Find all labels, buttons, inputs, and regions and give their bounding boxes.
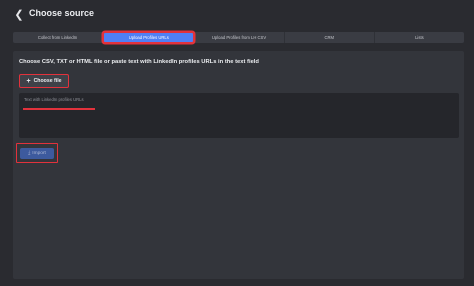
page-title: Choose source xyxy=(29,8,95,18)
chevron-left-icon[interactable]: ❮ xyxy=(14,9,24,21)
source-tabs: Collect from LinkedIn Upload Profiles UR… xyxy=(13,32,464,43)
urls-textarea[interactable] xyxy=(19,93,459,138)
upload-panel xyxy=(13,51,464,279)
urls-textarea-container xyxy=(19,93,459,138)
tab-lists[interactable]: Lists xyxy=(375,32,464,43)
highlight-underline xyxy=(23,108,95,110)
tab-crm[interactable]: CRM xyxy=(285,32,375,43)
tab-upload-profiles-urls[interactable]: Upload Profiles URLs xyxy=(103,32,195,43)
import-button-highlight: ⤓ Import xyxy=(16,143,58,163)
choose-file-button[interactable]: + Choose file xyxy=(19,74,69,88)
tab-upload-profiles-from-lh-csv[interactable]: Upload Profiles from LH CSV xyxy=(194,32,285,43)
import-label: Import xyxy=(32,150,46,156)
header: ❮ Choose source xyxy=(0,0,474,30)
import-button[interactable]: ⤓ Import xyxy=(20,147,54,159)
download-icon: ⤓ xyxy=(28,150,31,156)
choose-file-label: Choose file xyxy=(33,78,62,84)
tab-collect-from-linkedin[interactable]: Collect from LinkedIn xyxy=(13,32,104,43)
plus-icon: + xyxy=(26,77,31,85)
instruction-text: Choose CSV, TXT or HTML file or paste te… xyxy=(19,59,259,65)
